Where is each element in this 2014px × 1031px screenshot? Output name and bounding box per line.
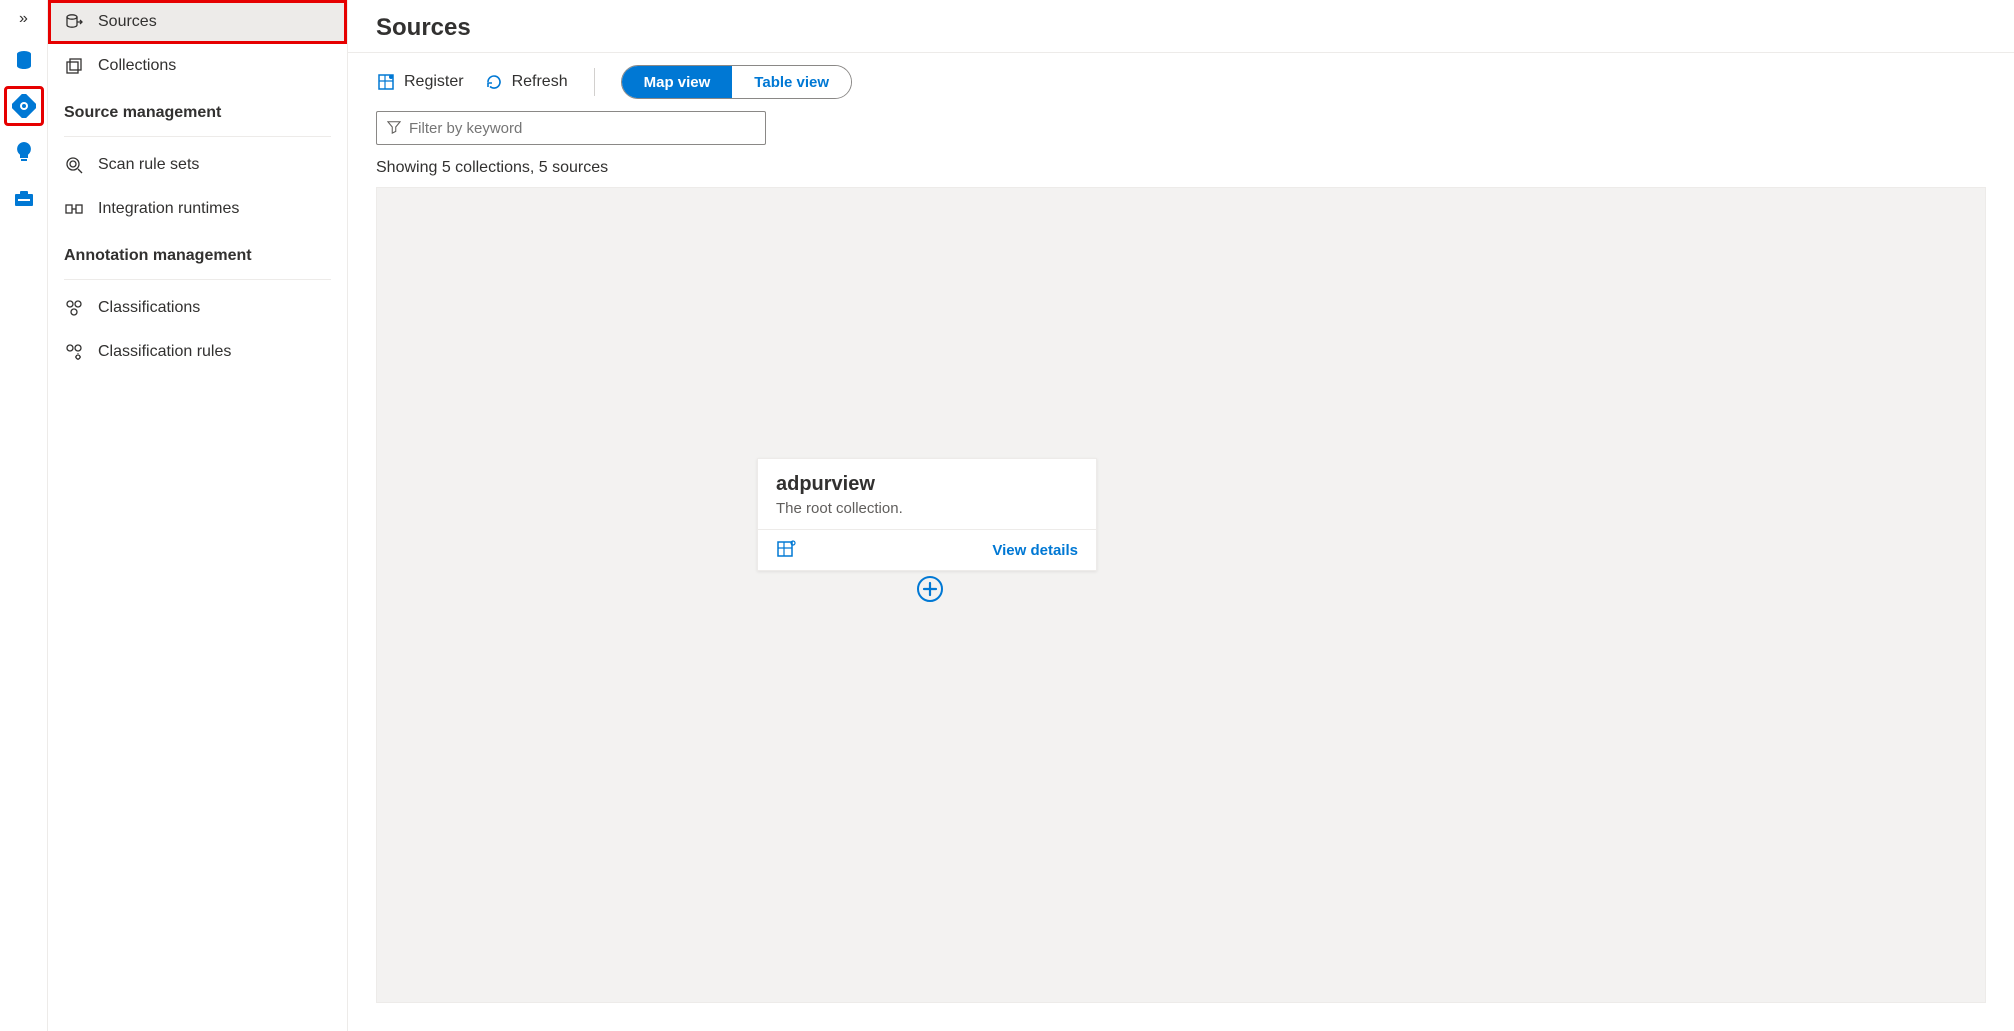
lightbulb-icon <box>12 140 36 164</box>
grid-icon[interactable] <box>776 540 796 560</box>
expand-rail-button[interactable]: » <box>15 6 32 32</box>
filter-icon <box>387 120 401 137</box>
rail-item-insights[interactable] <box>6 134 42 170</box>
nav-item-sources[interactable]: Sources <box>48 0 347 44</box>
nav-item-label: Sources <box>98 13 157 31</box>
icon-rail: » <box>0 0 48 1031</box>
view-details-link[interactable]: View details <box>992 542 1078 559</box>
nav-item-classification-rules[interactable]: Classification rules <box>48 330 347 374</box>
table-view-button[interactable]: Table view <box>732 66 851 98</box>
nav-item-label: Scan rule sets <box>98 156 199 174</box>
nav-item-label: Classification rules <box>98 343 231 361</box>
refresh-label: Refresh <box>512 73 568 91</box>
main-content: Sources Register Refresh Map view Table … <box>348 0 2014 1031</box>
nav-item-classifications[interactable]: Classifications <box>48 286 347 330</box>
nav-item-label: Integration runtimes <box>98 200 239 218</box>
filter-input-wrapper[interactable] <box>376 111 766 145</box>
rail-item-data-map[interactable] <box>6 88 42 124</box>
nav-item-collections[interactable]: Collections <box>48 44 347 88</box>
view-toggle: Map view Table view <box>621 65 852 99</box>
sources-icon <box>64 12 84 32</box>
filter-row <box>348 111 2014 155</box>
page-title: Sources <box>348 0 2014 53</box>
rail-item-management[interactable] <box>6 180 42 216</box>
collection-card: adpurview The root collection. View deta… <box>757 458 1097 571</box>
toolbox-icon <box>12 186 36 210</box>
refresh-button[interactable]: Refresh <box>484 72 568 92</box>
nav-section-annotation-management: Annotation management <box>48 231 347 273</box>
data-map-icon <box>12 94 36 118</box>
plus-icon <box>922 581 938 597</box>
refresh-icon <box>484 72 504 92</box>
toolbar-separator <box>594 68 595 96</box>
nav-panel: Sources Collections Source management Sc… <box>48 0 348 1031</box>
classification-rules-icon <box>64 342 84 362</box>
nav-item-label: Classifications <box>98 299 200 317</box>
map-view-button[interactable]: Map view <box>622 66 733 98</box>
integration-icon <box>64 199 84 219</box>
filter-keyword-input[interactable] <box>409 120 755 137</box>
collections-icon <box>64 56 84 76</box>
result-count: Showing 5 collections, 5 sources <box>348 155 2014 187</box>
nav-divider <box>64 136 331 137</box>
register-button[interactable]: Register <box>376 72 464 92</box>
card-body: adpurview The root collection. <box>758 459 1096 529</box>
add-node-button[interactable] <box>917 576 943 602</box>
nav-item-integration-runtimes[interactable]: Integration runtimes <box>48 187 347 231</box>
map-canvas[interactable]: adpurview The root collection. View deta… <box>376 187 1986 1003</box>
nav-section-source-management: Source management <box>48 88 347 130</box>
card-subtitle: The root collection. <box>776 500 1078 517</box>
nav-divider <box>64 279 331 280</box>
register-icon <box>376 72 396 92</box>
card-footer: View details <box>758 529 1096 570</box>
toolbar: Register Refresh Map view Table view <box>348 53 2014 111</box>
register-label: Register <box>404 73 464 91</box>
nav-item-scan-rule-sets[interactable]: Scan rule sets <box>48 143 347 187</box>
classifications-icon <box>64 298 84 318</box>
scan-icon <box>64 155 84 175</box>
rail-item-data-catalog[interactable] <box>6 42 42 78</box>
database-icon <box>12 48 36 72</box>
card-title: adpurview <box>776 473 1078 496</box>
nav-item-label: Collections <box>98 57 176 75</box>
